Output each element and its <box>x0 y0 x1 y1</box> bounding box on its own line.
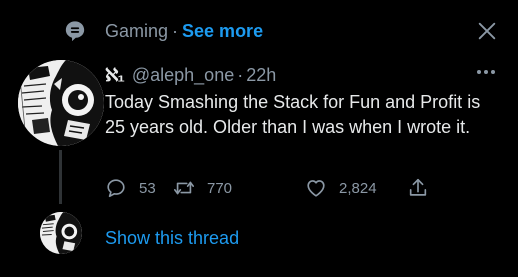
heart-icon <box>307 180 325 197</box>
retweet-count: 770 <box>207 179 233 197</box>
thread-connector <box>59 150 62 204</box>
like-button[interactable]: 2,824 <box>305 176 377 200</box>
share-icon <box>409 178 427 196</box>
reply-icon <box>107 179 125 198</box>
topic-icon <box>65 21 85 42</box>
reply-count: 53 <box>139 179 156 197</box>
reply-button[interactable]: 53 <box>105 176 156 200</box>
display-name[interactable]: ℵ₁ <box>105 65 125 86</box>
close-icon[interactable] <box>476 20 498 42</box>
topic-label: Gaming · See more <box>105 19 263 43</box>
show-thread-link[interactable]: Show this thread <box>105 226 239 250</box>
topic-separator: · <box>172 21 179 41</box>
more-options-icon[interactable] <box>474 66 498 78</box>
header-separator: · <box>237 64 244 85</box>
user-handle[interactable]: @aleph_one <box>132 65 234 86</box>
timestamp[interactable]: 22h <box>246 65 276 86</box>
thread-avatar-image <box>40 212 82 254</box>
see-more-link[interactable]: See more <box>182 21 263 41</box>
topic-name[interactable]: Gaming <box>105 21 168 41</box>
thread-avatar[interactable] <box>40 212 82 254</box>
topic-header: Gaming · See more <box>0 0 518 60</box>
share-button[interactable] <box>407 176 441 200</box>
retweet-button[interactable]: 770 <box>173 176 232 200</box>
tweet-header: ℵ₁ @aleph_one · 22h <box>105 62 276 88</box>
avatar-image <box>18 60 104 146</box>
tweet-actions: 53 770 2,824 <box>105 176 445 200</box>
retweet-icon <box>174 181 194 195</box>
like-count: 2,824 <box>339 179 377 197</box>
avatar[interactable] <box>18 60 104 146</box>
tweet-text: Today Smashing the Stack for Fun and Pro… <box>105 92 481 137</box>
